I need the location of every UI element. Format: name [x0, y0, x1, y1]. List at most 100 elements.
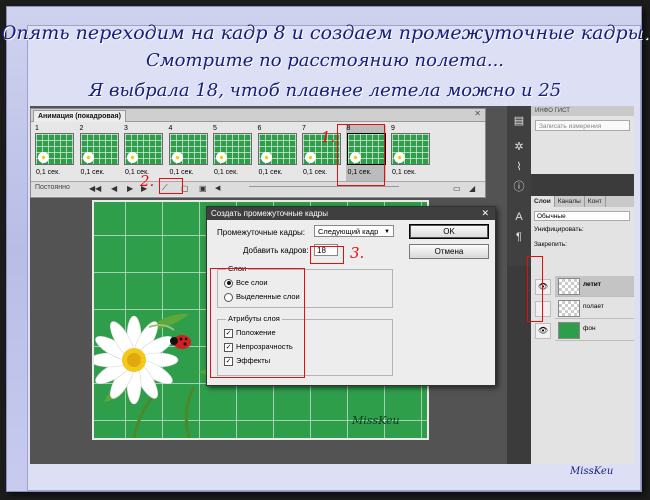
- annotation-box-frame-8: [337, 124, 385, 186]
- frame-number: 7: [302, 125, 306, 132]
- frame-number: 6: [257, 125, 262, 132]
- unify-label: Унифицировать:: [534, 226, 584, 233]
- close-icon[interactable]: ✕: [481, 207, 489, 220]
- dialog-title: Создать промежуточные кадры: [211, 209, 329, 218]
- record-measurements-button[interactable]: Записать измерения: [535, 120, 630, 131]
- panel-icon[interactable]: ▭: [453, 184, 461, 193]
- frame-number: 9: [391, 125, 395, 132]
- tab-layers[interactable]: Слои: [531, 196, 555, 207]
- frame-thumbnail: [391, 133, 430, 165]
- frame-number: 2: [79, 125, 84, 132]
- animation-frame[interactable]: 5 0,1 сек.: [212, 125, 252, 181]
- watermark-signature: MissKeu: [570, 466, 614, 477]
- frame-delay[interactable]: 0,1 сек.: [170, 169, 194, 176]
- daisy-icon: [216, 152, 227, 163]
- tab-channels[interactable]: Каналы: [555, 196, 585, 207]
- annotation-box-frames-input: [310, 246, 344, 264]
- scroll-left-icon[interactable]: ◀: [215, 184, 220, 192]
- animation-frame[interactable]: 9 0,1 сек.: [390, 125, 430, 181]
- first-frame-icon[interactable]: ◀◀: [89, 184, 101, 193]
- headline-line-1: Опять переходим на кадр 8 и создаем пром…: [0, 22, 650, 44]
- daisy-icon: [171, 152, 183, 163]
- daisy-icon: [38, 152, 49, 163]
- frame-number: 4: [168, 125, 173, 132]
- daisy-icon: [260, 152, 272, 163]
- animation-frame[interactable]: 2 0,1 сек.: [79, 125, 119, 181]
- animation-footer: Постоянно ◀◀ ◀ ▶ ▶ ⟋ ▢ ▣ ◀ ▭ ◢: [31, 181, 485, 196]
- animation-frame[interactable]: 6 0,1 сек.: [257, 125, 297, 181]
- headline-line-2: Смотрите по расстоянию полета...: [145, 50, 505, 71]
- frame-number: 3: [124, 125, 128, 132]
- daisy-icon: [127, 152, 138, 163]
- layer-name: полает: [583, 303, 604, 310]
- ladybug-icon: [170, 335, 191, 349]
- info-icon[interactable]: ⓘ: [512, 180, 526, 194]
- layer-thumbnail: [558, 300, 580, 317]
- layer-row[interactable]: 👁 летит: [535, 276, 634, 297]
- annotation-number-3: 3.: [350, 244, 365, 262]
- frame-delay[interactable]: 0,1 сек.: [81, 169, 105, 176]
- layer-thumbnail: [558, 278, 580, 295]
- tutorial-screenshot: Опять переходим на кадр 8 и создаем пром…: [0, 0, 650, 500]
- resize-icon[interactable]: ◢: [469, 184, 475, 193]
- eye-icon[interactable]: 👁: [535, 323, 551, 339]
- close-icon[interactable]: ✕: [474, 109, 481, 118]
- brush-icon[interactable]: ⌇: [512, 160, 526, 174]
- tween-with-value: Следующий кадр: [318, 227, 379, 236]
- layer-row[interactable]: полает: [535, 298, 634, 319]
- frame-delay[interactable]: 0,1 сек.: [214, 169, 238, 176]
- animation-tab[interactable]: Анимация (покадровая): [33, 110, 126, 122]
- layer-row[interactable]: 👁 фон: [535, 320, 634, 341]
- annotation-number-1: 1.: [321, 128, 336, 146]
- layer-name: летит: [583, 281, 601, 288]
- layers-tabs: Слои Каналы Конт: [531, 196, 634, 207]
- animation-panel: Анимация (покадровая) ✕ 1 0,1 сек. 2 0,1 се…: [30, 108, 486, 198]
- tween-with-label: Промежуточные кадры:: [217, 228, 306, 237]
- blend-mode-select[interactable]: Обычные: [534, 211, 630, 221]
- frame-number: 1: [35, 125, 39, 132]
- layers-panel: Слои Каналы Конт Обычные Унифицировать: За…: [531, 196, 634, 464]
- panel-dock: ▤ ✲ ⌇ ⓘ A ¶: [507, 106, 531, 266]
- history-icon[interactable]: ▤: [512, 114, 526, 128]
- character-icon[interactable]: A: [512, 210, 526, 224]
- tween-with-select[interactable]: Следующий кадр ▼: [314, 225, 394, 237]
- delete-frame-icon[interactable]: ▣: [199, 184, 207, 193]
- paragraph-icon[interactable]: ¶: [512, 230, 526, 244]
- frame-number: 5: [213, 125, 217, 132]
- daisy-icon: [394, 152, 405, 163]
- add-frames-label: Добавить кадров:: [243, 246, 309, 255]
- frame-delay[interactable]: 0,1 сек.: [36, 169, 60, 176]
- frame-thumbnail: [213, 133, 252, 165]
- cancel-button[interactable]: Отмена: [409, 244, 489, 259]
- frame-delay[interactable]: 0,1 сек.: [259, 169, 283, 176]
- ok-button[interactable]: OK: [409, 224, 489, 239]
- info-panel: ИНФО ГИСТ Записать измерения: [531, 106, 634, 174]
- frame-delay[interactable]: 0,1 сек.: [303, 169, 327, 176]
- annotation-box-visibility: [527, 256, 543, 322]
- frame-delay[interactable]: 0,1 сек.: [392, 169, 416, 176]
- frame-thumbnail: [79, 133, 119, 165]
- chevron-down-icon: ▼: [384, 229, 390, 235]
- annotation-number-2: 2.: [140, 172, 155, 190]
- headline-line-3: Я выбрала 18, чтоб плавнее летела можно …: [88, 80, 562, 101]
- frame-thumbnail: [124, 133, 163, 165]
- daisy-icon: [82, 152, 94, 163]
- annotation-box-options: [210, 268, 305, 378]
- frame-thumbnail: [257, 133, 297, 165]
- frame-scrollbar[interactable]: [249, 186, 399, 193]
- tab-paths[interactable]: Конт: [585, 196, 606, 207]
- animation-frame[interactable]: 4 0,1 сек.: [168, 125, 208, 181]
- prev-frame-icon[interactable]: ◀: [111, 184, 117, 193]
- info-tabs[interactable]: ИНФО ГИСТ: [531, 106, 634, 116]
- actions-icon[interactable]: ✲: [512, 140, 526, 154]
- frame-thumbnail: [168, 133, 208, 165]
- play-icon[interactable]: ▶: [127, 184, 133, 193]
- loop-select[interactable]: Постоянно: [35, 184, 70, 191]
- daisy-icon: [305, 152, 316, 163]
- animation-tabbar: Анимация (покадровая) ✕: [31, 109, 485, 122]
- annotation-box-tween-button: [159, 178, 183, 194]
- animation-frame[interactable]: 1 0,1 сек.: [34, 125, 74, 181]
- frame-thumbnail: [35, 133, 74, 165]
- photoshop-workspace: Анимация (покадровая) ✕ 1 0,1 сек. 2 0,1 се…: [30, 106, 634, 464]
- canvas-signature: MissKeu: [352, 414, 400, 427]
